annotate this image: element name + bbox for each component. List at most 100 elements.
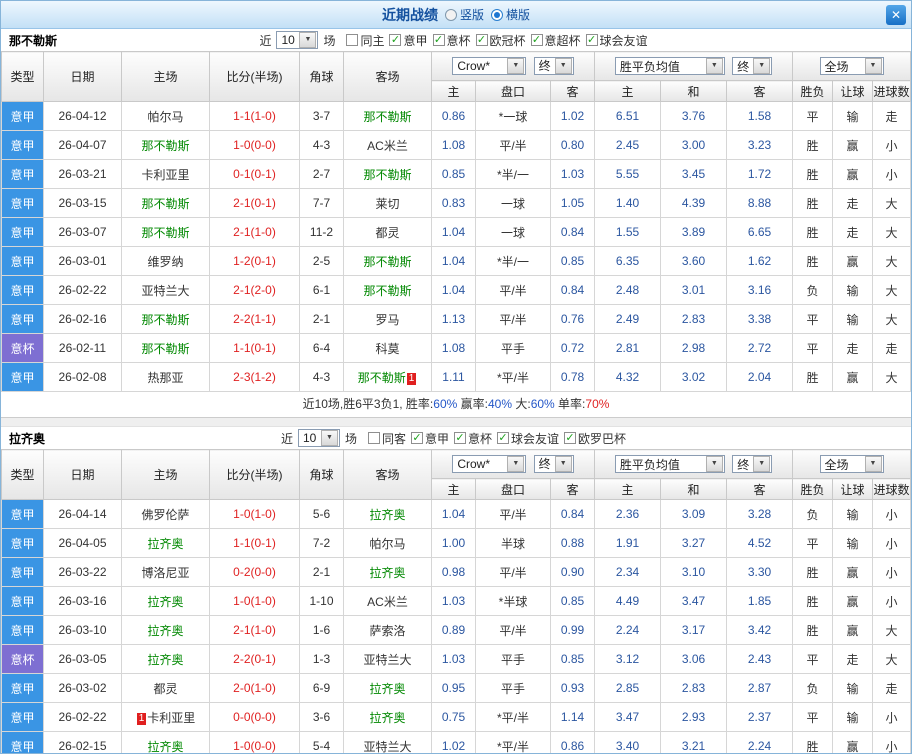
league-filter-意甲[interactable]: ✓ 意甲 (389, 32, 428, 49)
league-filter-意杯[interactable]: ✓ 意杯 (454, 430, 492, 447)
checkbox-label: 意杯 (446, 33, 471, 48)
scope-select[interactable]: 全场 ▼ (819, 455, 884, 473)
date-cell: 26-02-22 (43, 702, 122, 732)
euro-away-odds-cell: 6.65 (726, 217, 794, 247)
scope-select[interactable]: 全场 ▼ (819, 57, 884, 75)
team-name-text: 帕尔马 (369, 536, 406, 551)
team-name-text: 热那亚 (147, 370, 184, 385)
match-count-select[interactable]: 10 ▼ (297, 429, 340, 447)
euro-odds-select[interactable]: 胜平负均值 ▼ (614, 455, 725, 473)
asia-home-odds-cell: 0.89 (431, 615, 476, 645)
handicap-cell: 半球 (475, 528, 551, 558)
league-filter-欧冠杯[interactable]: ✓ 欧冠杯 (475, 32, 526, 49)
bookmaker-select[interactable]: Crow* ▼ (452, 455, 527, 474)
match-row: 意甲 26-04-07 那不勒斯 1-0(0-0) 4-3 AC米兰 1.08 … (1, 130, 911, 160)
dropdown-arrow-icon: ▼ (554, 455, 572, 472)
match-row: 意甲 26-03-22 博洛尼亚 0-2(0-0) 2-1 拉齐奥 0.98 平… (1, 557, 911, 587)
euro-away-odds-cell: 2.43 (726, 644, 794, 674)
home-team-cell: 亚特兰大 (121, 275, 210, 305)
asia-home-odds-cell: 1.00 (431, 528, 476, 558)
asia-time-select[interactable]: 终 ▼ (533, 56, 574, 75)
goals-result-cell: 小 (872, 557, 911, 587)
home-team-cell: 那不勒斯 (121, 188, 210, 218)
match-count-select[interactable]: 10 ▼ (276, 31, 319, 49)
checkbox-label: 同客 (381, 431, 406, 446)
close-button[interactable]: ✕ (886, 5, 906, 25)
result-cell: 胜 (792, 188, 834, 218)
league-cell: 意甲 (1, 673, 44, 703)
euro-time-select[interactable]: 终 ▼ (732, 455, 773, 473)
team-name-text: 那不勒斯 (141, 225, 190, 240)
league-filter-球会友谊[interactable]: ✓ 球会友谊 (585, 32, 648, 49)
euro-draw-odds-cell: 3.01 (660, 275, 728, 305)
date-cell: 26-02-08 (43, 362, 122, 392)
handicap-cell: 一球 (475, 188, 551, 218)
euro-away-odds-cell: 4.52 (726, 528, 794, 558)
rows-container: 意甲 26-04-14 佛罗伦萨 1-0(1-0) 5-6 拉齐奥 1.04 平… (1, 499, 911, 753)
league-filter-意甲[interactable]: ✓ 意甲 (410, 430, 449, 447)
league-filter-同主[interactable]: 同主 (346, 32, 384, 49)
asia-away-odds-cell: 0.88 (549, 528, 596, 558)
euro-draw-odds-cell: 2.93 (660, 702, 728, 732)
euro-home-odds-cell: 2.49 (594, 304, 662, 334)
red-card-badge: 1 (406, 372, 417, 385)
away-team-cell: AC米兰 (343, 130, 432, 160)
dropdown-arrow-icon: ▼ (299, 32, 317, 48)
handicap-result-cell: 输 (832, 673, 874, 703)
euro-time-value: 终 (737, 457, 750, 472)
handicap-result-cell: 输 (832, 101, 874, 131)
asia-away-odds-cell: 1.02 (549, 101, 596, 131)
euro-time-value: 终 (737, 59, 750, 74)
euro-odds-select[interactable]: 胜平负均值 ▼ (614, 57, 725, 75)
euro-home-odds-cell: 2.81 (594, 333, 662, 363)
games-label: 场 (344, 431, 357, 446)
handicap-cell: 平/半 (475, 557, 551, 587)
handicap-result-cell: 走 (832, 188, 874, 218)
dropdown-arrow-icon: ▼ (554, 57, 572, 74)
scope-header: 全场 ▼ (792, 449, 911, 479)
asia-away-odds-cell: 0.84 (549, 499, 596, 529)
dropdown-arrow-icon: ▼ (753, 456, 771, 472)
home-team-cell: 佛罗伦萨 (121, 499, 210, 529)
handicap-result-cell: 赢 (832, 246, 874, 276)
league-filter-意杯[interactable]: ✓ 意杯 (432, 32, 471, 49)
league-cell: 意甲 (1, 246, 44, 276)
asia-home-odds-cell: 1.04 (431, 217, 476, 247)
league-filter-球会友谊[interactable]: ✓ 球会友谊 (497, 430, 559, 447)
asia-home-odds-cell: 1.11 (431, 362, 476, 392)
euro-odds-header: 胜平负均值 ▼ 终 ▼ (594, 51, 794, 81)
away-team-cell: 科莫 (343, 333, 432, 363)
subcol-result: 胜负 (792, 80, 834, 102)
date-cell: 26-04-05 (43, 528, 122, 558)
euro-draw-odds-cell: 3.47 (660, 586, 728, 616)
subcol-result: 胜负 (792, 478, 834, 500)
layout-vertical-option[interactable]: 竖版 (444, 6, 484, 23)
league-filters: 同主 ✓ 意甲 ✓ 意杯 ✓ 欧冠杯 ✓ 意超杯 ✓ 球会友谊 (346, 32, 652, 49)
checkbox-label: 同主 (360, 33, 385, 48)
result-cell: 负 (792, 275, 834, 305)
result-cell: 负 (792, 673, 834, 703)
match-row: 意甲 26-03-10 拉齐奥 2-1(1-0) 1-6 萨索洛 0.89 平/… (1, 615, 911, 645)
euro-away-odds-cell: 3.38 (726, 304, 794, 334)
euro-time-select[interactable]: 终 ▼ (732, 57, 773, 75)
league-filter-意超杯[interactable]: ✓ 意超杯 (530, 32, 581, 49)
result-cell: 平 (792, 702, 834, 732)
date-cell: 26-04-07 (43, 130, 122, 160)
asia-home-odds-cell: 1.02 (431, 731, 476, 753)
summary-segment: 60% (433, 397, 458, 411)
score-cell: 2-1(1-0) (209, 217, 300, 247)
date-cell: 26-04-14 (43, 499, 122, 529)
team-name-text: 那不勒斯 (357, 370, 406, 385)
euro-draw-odds-cell: 3.45 (660, 159, 728, 189)
league-filter-欧罗巴杯[interactable]: ✓ 欧罗巴杯 (564, 430, 626, 447)
euro-home-odds-cell: 2.24 (594, 615, 662, 645)
corners-cell: 7-7 (299, 188, 344, 218)
checkbox-icon: ✓ (475, 34, 488, 46)
team-name-text: 拉齐奥 (369, 681, 406, 696)
league-filter-同客[interactable]: 同客 (367, 430, 406, 447)
euro-home-odds-cell: 2.34 (594, 557, 662, 587)
away-team-cell: 那不勒斯 (343, 159, 432, 189)
asia-time-select[interactable]: 终 ▼ (533, 454, 574, 473)
bookmaker-select[interactable]: Crow* ▼ (452, 57, 527, 76)
layout-horizontal-option[interactable]: 横版 (491, 6, 530, 23)
